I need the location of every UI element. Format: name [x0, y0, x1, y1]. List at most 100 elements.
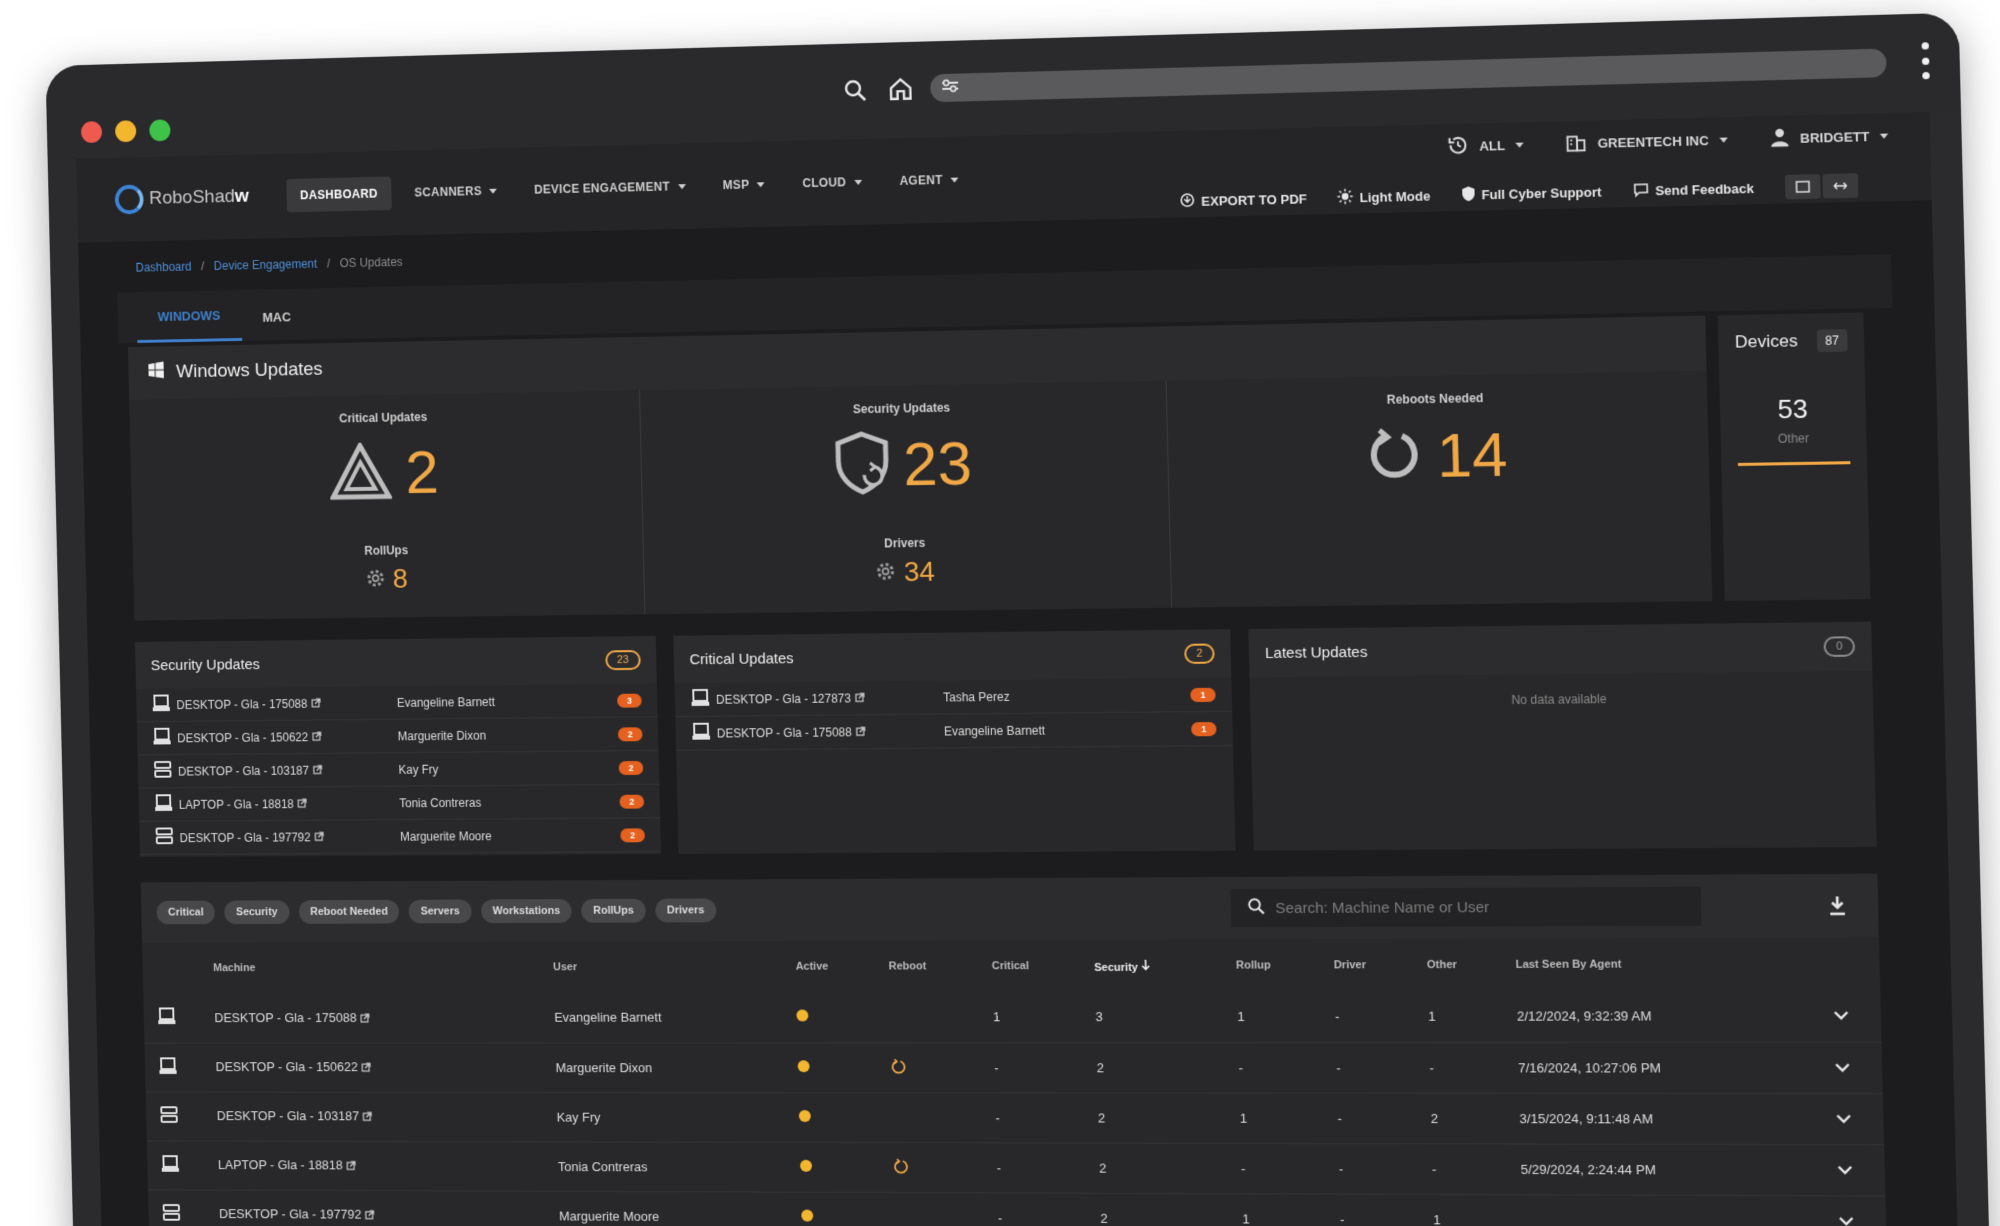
machine-link[interactable]: DESKTOP - Gla - 197792	[219, 1206, 362, 1221]
home-icon[interactable]	[884, 73, 917, 106]
column-header-user[interactable]: User	[539, 941, 783, 993]
machine-name-text[interactable]: LAPTOP - Gla - 18818	[179, 797, 294, 812]
filter-chip-servers[interactable]: Servers	[408, 899, 472, 924]
column-header-rollup[interactable]: Rollup	[1221, 939, 1320, 992]
machine-name-text[interactable]: DESKTOP - Gla - 127873	[716, 691, 851, 706]
machine-name-text[interactable]: DESKTOP - Gla - 175088	[176, 696, 307, 711]
column-header-active[interactable]: Active	[781, 941, 875, 993]
external-link-icon[interactable]	[365, 1208, 375, 1223]
light-mode-button[interactable]: Light Mode	[1337, 186, 1430, 207]
user-cell: Marguerite Moore	[544, 1190, 789, 1226]
column-header-machine[interactable]: Machine	[199, 942, 540, 994]
filter-chip-workstations[interactable]: Workstations	[480, 899, 573, 924]
address-bar[interactable]	[930, 48, 1887, 103]
send-feedback-button[interactable]: Send Feedback	[1632, 178, 1754, 200]
maximize-window-button[interactable]	[149, 119, 171, 142]
table-row[interactable]: LAPTOP - Gla - 18818 Tonia Contreras -2- - -…	[146, 1140, 1886, 1196]
machine-link[interactable]: DESKTOP - Gla - 103187	[217, 1108, 360, 1123]
full-cyber-support-button[interactable]: Full Cyber Support	[1461, 182, 1602, 205]
critical-cell: -	[983, 1192, 1087, 1226]
machine-name-text[interactable]: DESKTOP - Gla - 175088	[717, 725, 852, 740]
chevron-down-icon[interactable]	[1834, 1060, 1851, 1075]
external-link-icon[interactable]	[855, 691, 865, 705]
nav-item-scanners[interactable]: SCANNERS	[400, 174, 511, 210]
table-row[interactable]: DESKTOP - Gla - 197792 Marguerite Moore -2…	[147, 1189, 1887, 1226]
external-link-icon[interactable]	[363, 1109, 373, 1124]
list-item[interactable]: DESKTOP - Gla - 127873 Tasha Perez 1	[674, 677, 1233, 718]
close-window-button[interactable]	[80, 121, 103, 144]
scope-selector[interactable]: ALL	[1446, 132, 1524, 159]
external-link-icon[interactable]	[314, 830, 324, 844]
filter-chip-security[interactable]: Security	[224, 900, 290, 925]
tab-mac[interactable]: MAC	[241, 309, 312, 341]
machine-name-text[interactable]: DESKTOP - Gla - 103187	[178, 763, 309, 778]
column-header-label: Machine	[213, 962, 256, 975]
machine-link[interactable]: DESKTOP - Gla - 150622	[215, 1059, 358, 1074]
external-link-icon[interactable]	[312, 730, 322, 744]
external-link-icon[interactable]	[297, 797, 307, 811]
list-item[interactable]: DESKTOP - Gla - 150622 Marguerite Dixon 2	[136, 717, 659, 756]
external-link-icon[interactable]	[313, 763, 323, 777]
external-link-icon[interactable]	[346, 1159, 356, 1174]
user-menu[interactable]: BRIDGETT	[1769, 124, 1889, 150]
other-cell: 1	[1418, 1193, 1509, 1226]
nav-item-device-engagement[interactable]: DEVICE ENGAGEMENT	[520, 169, 700, 207]
column-header-driver[interactable]: Driver	[1319, 939, 1413, 992]
list-item[interactable]: LAPTOP - Gla - 18818 Tonia Contreras 2	[138, 784, 661, 822]
export-pdf-button[interactable]: EXPORT TO PDF	[1179, 189, 1307, 211]
filter-chip-reboot-needed[interactable]: Reboot Needed	[298, 899, 400, 924]
column-header-last-seen-by-agent[interactable]: Last Seen By Agent	[1501, 937, 1818, 991]
tab-windows[interactable]: WINDOWS	[136, 307, 242, 343]
chevron-down-icon[interactable]	[1835, 1111, 1852, 1126]
critical-updates-stat[interactable]: Critical Updates 2 RollUps 8	[129, 390, 646, 621]
reboots-needed-stat[interactable]: Reboots Needed 14	[1166, 371, 1712, 608]
column-header-security[interactable]: Security	[1080, 939, 1223, 992]
chevron-down-icon[interactable]	[1838, 1213, 1855, 1226]
chevron-down-icon[interactable]	[1836, 1162, 1853, 1177]
column-header-other[interactable]: Other	[1412, 939, 1502, 992]
external-link-icon[interactable]	[311, 696, 321, 710]
table-row[interactable]: DESKTOP - Gla - 103187 Kay Fry -2 1-2 3/15/2…	[145, 1091, 1885, 1145]
export-pdf-label: EXPORT TO PDF	[1201, 190, 1308, 209]
breadcrumb-dashboard[interactable]: Dashboard	[135, 260, 191, 275]
roboshadow-logo[interactable]: RoboShadw	[114, 181, 268, 215]
search-input[interactable]	[1275, 897, 1685, 917]
table-row[interactable]: DESKTOP - Gla - 150622 Marguerite Dixon -2…	[144, 1041, 1883, 1094]
security-updates-stat[interactable]: Security Updates 23 Drivers 34	[640, 380, 1172, 615]
window-view-icon[interactable]	[1784, 174, 1821, 200]
machine-name: LAPTOP - Gla - 18818	[179, 796, 400, 811]
org-selector[interactable]: GREENTECH INC	[1564, 127, 1728, 156]
column-header-critical[interactable]: Critical	[977, 940, 1081, 992]
list-item[interactable]: DESKTOP - Gla - 197792 Marguerite Moore 2	[139, 818, 661, 856]
devices-panel[interactable]: Devices 87 53 Other	[1717, 312, 1871, 601]
nav-item-msp[interactable]: MSP	[709, 167, 780, 202]
external-link-icon[interactable]	[360, 1011, 370, 1026]
browser-menu-icon[interactable]	[1919, 42, 1930, 80]
list-item[interactable]: DESKTOP - Gla - 175088 Evangeline Barnett…	[675, 711, 1233, 751]
minimize-window-button[interactable]	[114, 120, 137, 143]
nav-item-agent[interactable]: AGENT	[885, 162, 973, 198]
machine-name-text[interactable]: DESKTOP - Gla - 150622	[177, 730, 308, 745]
external-link-icon[interactable]	[362, 1060, 372, 1075]
site-settings-icon[interactable]	[940, 77, 960, 99]
search-icon[interactable]	[839, 74, 871, 107]
filter-chip-rollups[interactable]: RollUps	[581, 898, 646, 923]
nav-item-dashboard[interactable]: DASHBOARD	[286, 176, 392, 213]
driver-cell: -	[1325, 1193, 1420, 1226]
machine-link[interactable]: LAPTOP - Gla - 18818	[218, 1157, 343, 1172]
chevron-down-icon	[1719, 137, 1728, 143]
external-link-icon[interactable]	[856, 725, 866, 739]
filter-chip-drivers[interactable]: Drivers	[655, 898, 717, 923]
filter-chip-critical[interactable]: Critical	[156, 900, 216, 925]
nav-item-cloud[interactable]: CLOUD	[788, 165, 876, 201]
machine-link[interactable]: DESKTOP - Gla - 175088	[214, 1010, 357, 1025]
table-row[interactable]: DESKTOP - Gla - 175088 Evangeline Barnett…	[143, 990, 1882, 1043]
list-item[interactable]: DESKTOP - Gla - 175088 Evangeline Barnett…	[136, 683, 658, 723]
column-header-reboot[interactable]: Reboot	[874, 940, 978, 992]
download-icon[interactable]	[1826, 894, 1850, 917]
expand-icon[interactable]	[1822, 173, 1859, 199]
chevron-down-icon[interactable]	[1833, 1008, 1850, 1023]
machine-name-text[interactable]: DESKTOP - Gla - 197792	[179, 830, 310, 845]
list-item[interactable]: DESKTOP - Gla - 103187 Kay Fry 2	[137, 750, 660, 789]
breadcrumb-device-engagement[interactable]: Device Engagement	[214, 257, 318, 273]
